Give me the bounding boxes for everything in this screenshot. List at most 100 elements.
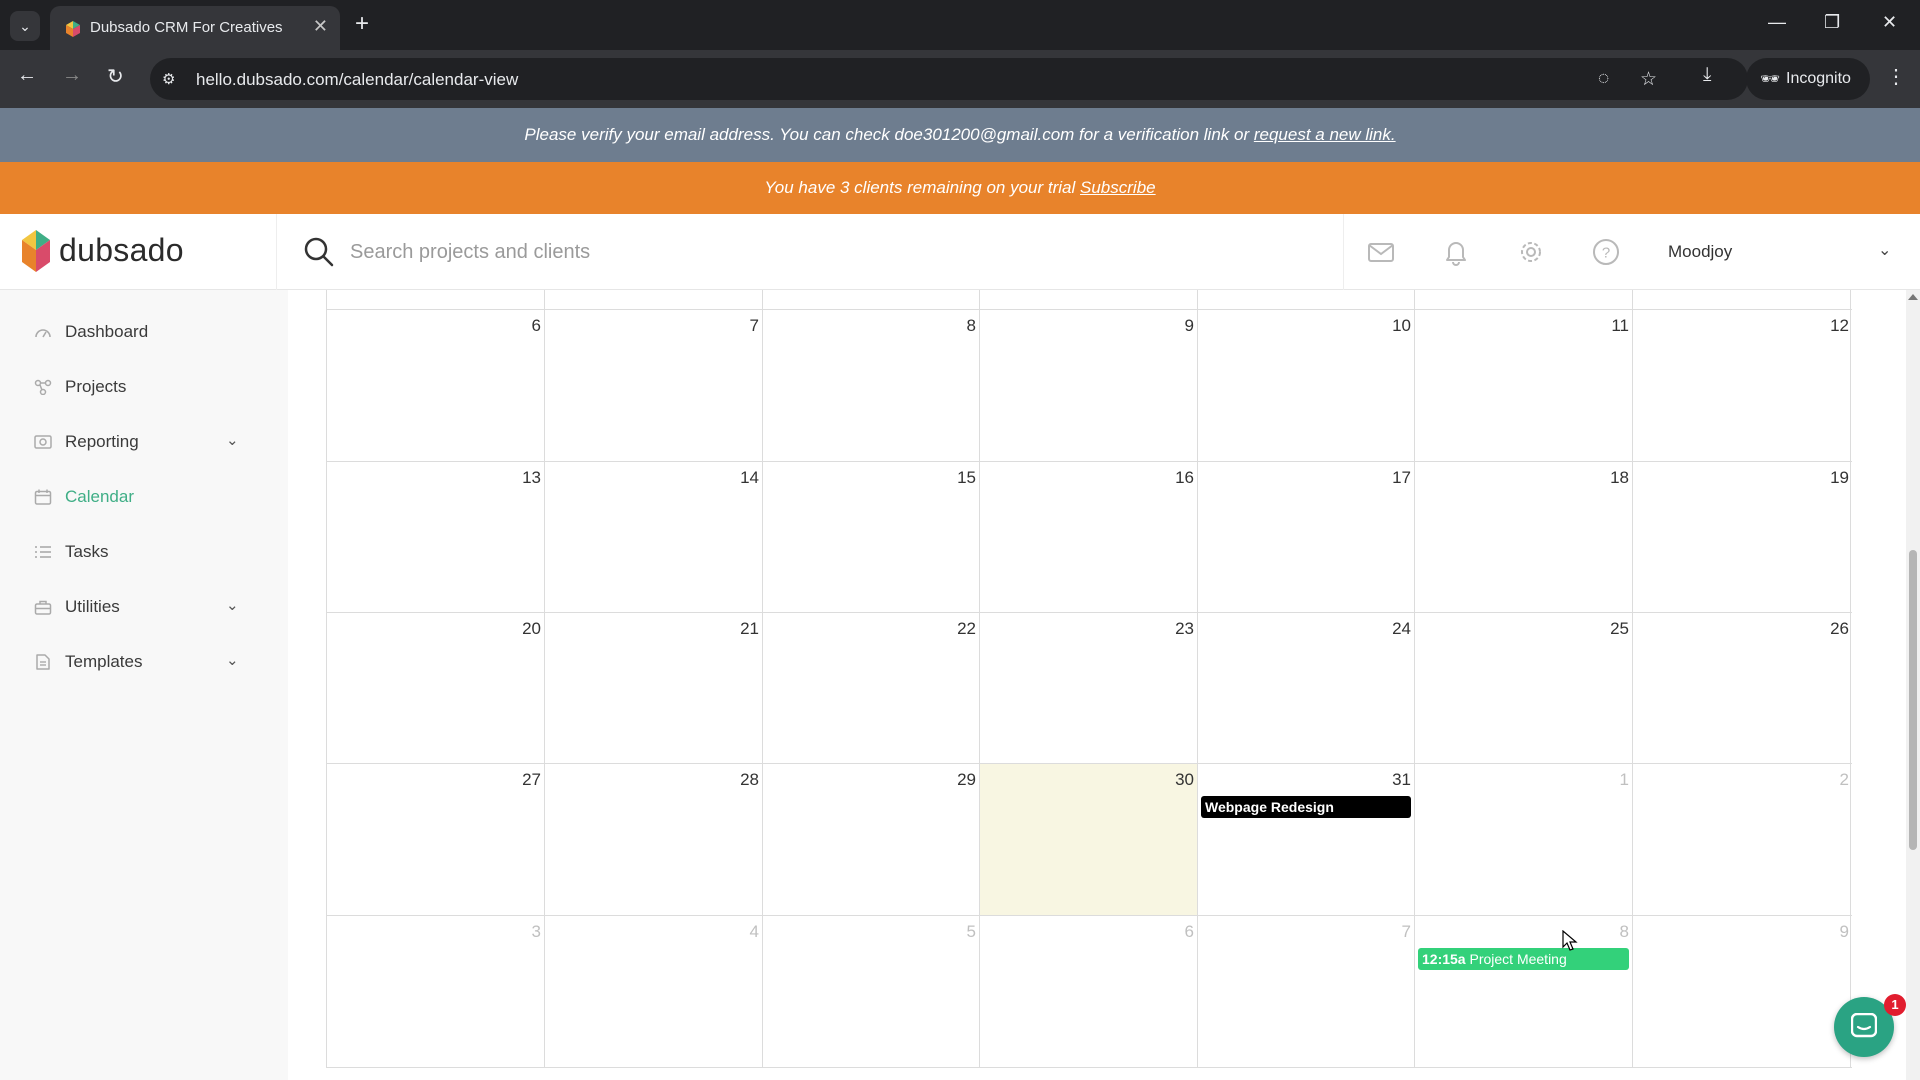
day-number[interactable]: 2	[1840, 770, 1849, 790]
calendar-day-cell[interactable]: 18	[1415, 462, 1633, 612]
forward-icon[interactable]: →	[62, 64, 82, 87]
chevron-down-icon[interactable]: ⌄	[226, 651, 239, 669]
user-menu-name[interactable]: Moodjoy	[1668, 242, 1732, 262]
calendar-day-cell[interactable]: 11	[1415, 310, 1633, 461]
calendar-day-cell[interactable]: 17	[1198, 462, 1415, 612]
day-number[interactable]: 9	[1185, 316, 1194, 336]
day-number[interactable]: 3	[532, 922, 541, 942]
calendar-day-cell[interactable]	[545, 290, 763, 309]
day-number[interactable]: 30	[1175, 770, 1194, 790]
calendar-day-cell[interactable]: 27	[327, 764, 545, 915]
day-number[interactable]: 25	[1610, 619, 1629, 639]
mail-icon[interactable]	[1367, 238, 1395, 266]
day-number[interactable]: 19	[1830, 468, 1849, 488]
day-number[interactable]: 5	[967, 922, 976, 942]
request-new-link[interactable]: request a new link.	[1254, 125, 1396, 144]
sidebar-item-dashboard[interactable]: Dashboard	[0, 312, 288, 352]
eye-off-icon[interactable]: ◌	[1598, 68, 1609, 90]
subscribe-link[interactable]: Subscribe	[1080, 178, 1156, 197]
day-number[interactable]: 18	[1610, 468, 1629, 488]
calendar-day-cell[interactable]: 6	[327, 310, 545, 461]
calendar-day-cell[interactable]: 19	[1633, 462, 1852, 612]
browser-menu-icon[interactable]: ⋮	[1886, 64, 1906, 89]
help-icon[interactable]: ?	[1592, 238, 1620, 266]
calendar-day-cell[interactable]: 7	[545, 310, 763, 461]
scroll-up-arrow-icon[interactable]	[1908, 294, 1918, 300]
calendar-day-cell[interactable]: 20	[327, 613, 545, 763]
download-icon[interactable]: ⤓	[1703, 64, 1711, 86]
day-number[interactable]: 6	[1185, 922, 1194, 942]
day-number[interactable]: 26	[1830, 619, 1849, 639]
dubsado-logo[interactable]: dubsado	[22, 228, 272, 276]
day-number[interactable]: 1	[1620, 770, 1629, 790]
day-number[interactable]: 9	[1840, 922, 1849, 942]
calendar-day-cell[interactable]: 2	[1633, 764, 1852, 915]
sidebar-item-projects[interactable]: Projects	[0, 367, 288, 407]
calendar-day-cell[interactable]: 8	[763, 310, 980, 461]
tab-search-button[interactable]: ⌄	[10, 11, 40, 41]
page-scrollbar[interactable]	[1906, 290, 1920, 1080]
day-number[interactable]: 4	[750, 922, 759, 942]
day-number[interactable]: 28	[740, 770, 759, 790]
close-window-icon[interactable]: ✕	[1882, 12, 1897, 33]
search-input[interactable]	[350, 232, 1310, 272]
minimize-icon[interactable]: —	[1768, 12, 1786, 33]
calendar-event[interactable]: 12:15a Project Meeting	[1418, 948, 1629, 970]
tab-close-icon[interactable]: ✕	[313, 16, 328, 37]
chevron-down-icon[interactable]: ⌄	[1878, 240, 1891, 260]
calendar-day-cell[interactable]: 7	[1198, 916, 1415, 1067]
reload-icon[interactable]: ↻	[107, 64, 124, 89]
calendar-day-cell[interactable]: 31 Webpage Redesign	[1198, 764, 1415, 915]
calendar-day-cell[interactable]	[763, 290, 980, 309]
day-number[interactable]: 21	[740, 619, 759, 639]
day-number[interactable]: 17	[1392, 468, 1411, 488]
search-icon[interactable]	[303, 236, 335, 268]
calendar-day-cell[interactable]: 13	[327, 462, 545, 612]
calendar-day-cell[interactable]	[1198, 290, 1415, 309]
calendar-day-cell[interactable]: 23	[980, 613, 1198, 763]
sidebar-item-utilities[interactable]: Utilities ⌄	[0, 587, 288, 627]
restore-icon[interactable]: ❐	[1824, 12, 1840, 33]
browser-tab[interactable]: Dubsado CRM For Creatives ✕	[50, 6, 340, 50]
calendar-day-cell[interactable]: 28	[545, 764, 763, 915]
sidebar-item-tasks[interactable]: Tasks	[0, 532, 288, 572]
day-number[interactable]: 29	[957, 770, 976, 790]
day-number[interactable]: 8	[1620, 922, 1629, 942]
day-number[interactable]: 31	[1392, 770, 1411, 790]
day-number[interactable]: 6	[532, 316, 541, 336]
address-bar[interactable]: ⚙ hello.dubsado.com/calendar/calendar-vi…	[150, 58, 1748, 100]
calendar-day-cell[interactable]: 12	[1633, 310, 1852, 461]
day-number[interactable]: 24	[1392, 619, 1411, 639]
calendar-day-cell[interactable]	[1633, 290, 1852, 309]
day-number[interactable]: 13	[522, 468, 541, 488]
day-number[interactable]: 27	[522, 770, 541, 790]
calendar-day-cell[interactable]: 5	[763, 916, 980, 1067]
chevron-down-icon[interactable]: ⌄	[226, 596, 239, 614]
calendar-day-cell[interactable]: 25	[1415, 613, 1633, 763]
bookmark-star-icon[interactable]: ☆	[1640, 68, 1657, 91]
sidebar-item-templates[interactable]: Templates ⌄	[0, 642, 288, 682]
day-number[interactable]: 7	[750, 316, 759, 336]
site-settings-icon[interactable]: ⚙	[162, 70, 175, 88]
sidebar-item-reporting[interactable]: Reporting ⌄	[0, 422, 288, 462]
calendar-day-cell[interactable]: 4	[545, 916, 763, 1067]
day-number[interactable]: 20	[522, 619, 541, 639]
back-icon[interactable]: ←	[17, 64, 37, 87]
day-number[interactable]: 16	[1175, 468, 1194, 488]
day-number[interactable]: 12	[1830, 316, 1849, 336]
calendar-day-cell[interactable]: 24	[1198, 613, 1415, 763]
day-number[interactable]: 11	[1611, 316, 1629, 336]
day-number[interactable]: 14	[740, 468, 759, 488]
calendar-day-cell[interactable]: 21	[545, 613, 763, 763]
calendar-day-cell[interactable]: 22	[763, 613, 980, 763]
calendar-day-cell[interactable]: 9	[980, 310, 1198, 461]
calendar-day-cell[interactable]: 16	[980, 462, 1198, 612]
day-number[interactable]: 22	[957, 619, 976, 639]
incognito-badge[interactable]: 🕶 Incognito	[1746, 58, 1870, 100]
calendar-day-cell[interactable]: 9	[1633, 916, 1852, 1067]
calendar-day-cell-today[interactable]: 30	[980, 764, 1198, 915]
calendar-day-cell[interactable]: 10	[1198, 310, 1415, 461]
calendar-day-cell[interactable]: 3	[327, 916, 545, 1067]
scroll-thumb[interactable]	[1909, 550, 1917, 850]
calendar-day-cell[interactable]: 15	[763, 462, 980, 612]
